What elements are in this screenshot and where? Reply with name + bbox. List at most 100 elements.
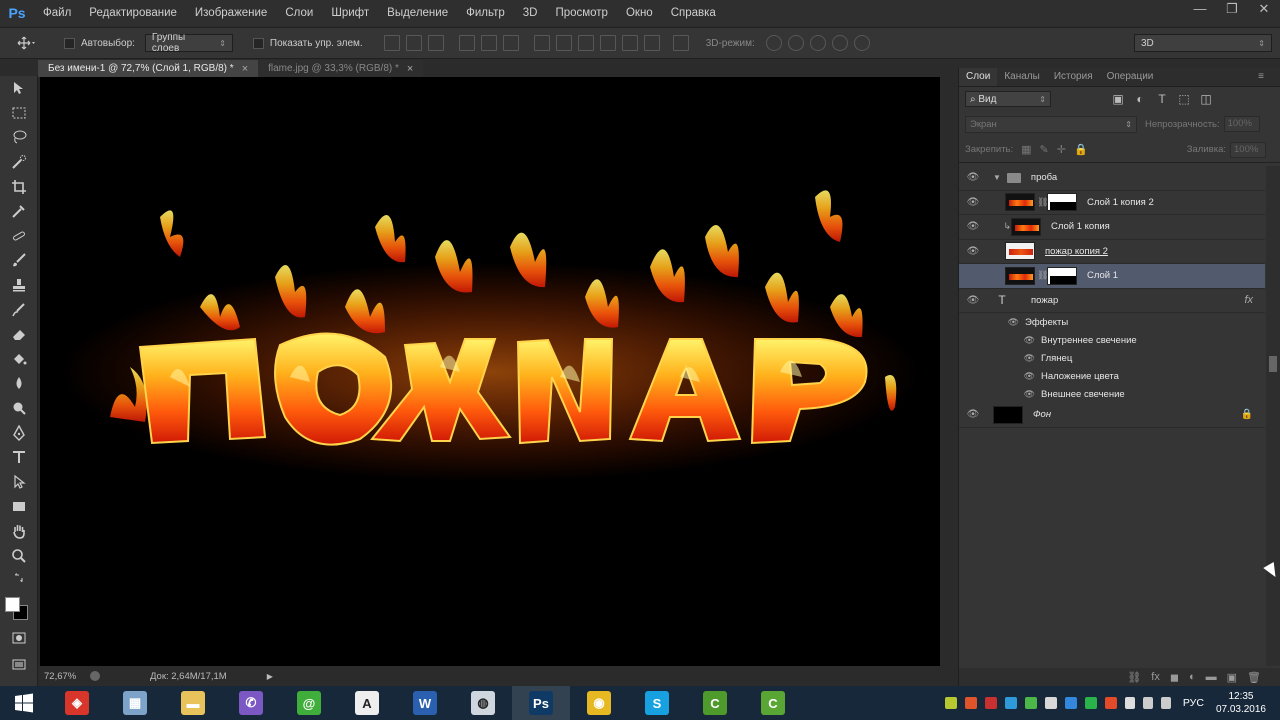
taskbar-app-chrome[interactable]: ◉ — [570, 686, 628, 720]
filter-pixel-icon[interactable]: ▣ — [1111, 92, 1125, 106]
start-button[interactable] — [0, 686, 48, 720]
visibility-eye-icon[interactable]: 👁 — [959, 246, 987, 257]
layer-row[interactable]: 👁 T пожар fx — [959, 289, 1265, 313]
tab-layers[interactable]: Слои — [959, 68, 998, 86]
tray-app-icon[interactable] — [1084, 697, 1097, 709]
align-left-icon[interactable] — [458, 35, 475, 51]
lock-position-icon[interactable]: ✛ — [1057, 143, 1066, 156]
distribute-left-icon[interactable] — [599, 35, 616, 51]
effect-row[interactable]: 👁 Наложение цвета — [959, 367, 1265, 385]
filter-smart-object-icon[interactable]: ◫ — [1199, 92, 1213, 106]
lock-all-icon[interactable]: 🔒 — [1074, 143, 1088, 156]
layer-row[interactable]: 👁 пожар копия 2 — [959, 240, 1265, 264]
move-tool-preset-icon[interactable] — [0, 28, 52, 58]
scale-3d-icon[interactable] — [853, 35, 870, 51]
foreground-color-swatch[interactable] — [5, 597, 20, 612]
visibility-eye-icon[interactable]: 👁 — [959, 172, 987, 183]
menu-file[interactable]: Файл — [34, 0, 80, 26]
menu-filter[interactable]: Фильтр — [457, 0, 514, 26]
taskbar-app-camtasia-recorder[interactable]: C — [744, 686, 802, 720]
move-tool-icon[interactable] — [0, 76, 38, 101]
link-icon[interactable]: ⛓ — [1037, 197, 1048, 208]
distribute-top-icon[interactable] — [533, 35, 550, 51]
visibility-eye-icon[interactable]: 👁 — [959, 371, 1035, 382]
taskbar-app-photoshop[interactable]: Ps — [512, 686, 570, 720]
effect-row[interactable]: 👁 Внешнее свечение — [959, 385, 1265, 403]
visibility-eye-icon[interactable]: 👁 — [959, 221, 987, 232]
rectangle-tool-icon[interactable] — [0, 494, 38, 519]
taskbar-app-word[interactable]: W — [396, 686, 454, 720]
layer-group-proba[interactable]: 👁 ▼ проба — [959, 166, 1265, 191]
canvas-vertical-scrollbar[interactable] — [940, 77, 956, 666]
menu-view[interactable]: Просмотр — [546, 0, 617, 26]
flag-icon[interactable] — [1124, 697, 1135, 709]
tray-app-icon[interactable] — [984, 697, 997, 709]
panel-scrollbar[interactable] — [1266, 166, 1280, 666]
screen-mode-icon[interactable] — [0, 652, 38, 677]
eyedropper-tool-icon[interactable] — [0, 199, 38, 224]
effect-row[interactable]: 👁 Глянец — [959, 349, 1265, 367]
dodge-tool-icon[interactable] — [0, 396, 38, 421]
layer-row-selected[interactable]: ⛓ Слой 1 — [959, 264, 1265, 289]
delete-layer-icon[interactable]: 🗑 — [1247, 671, 1261, 684]
document-canvas[interactable] — [40, 77, 940, 666]
lock-pixels-icon[interactable]: ✎ — [1040, 143, 1049, 156]
visibility-eye-icon[interactable]: 👁 — [959, 389, 1035, 400]
tray-app-icon[interactable] — [964, 697, 977, 709]
panel-menu-icon[interactable]: ≡ — [1258, 71, 1264, 82]
align-vcenter-icon[interactable] — [405, 35, 422, 51]
taskbar-app-fonts[interactable]: A — [338, 686, 396, 720]
hand-tool-icon[interactable] — [0, 519, 38, 544]
layer-row[interactable]: 👁 ↳ Слой 1 копия — [959, 215, 1265, 240]
autoselect-dropdown[interactable]: Группы слоев ⇕ — [144, 32, 233, 54]
quick-selection-tool-icon[interactable] — [0, 150, 38, 175]
crop-tool-icon[interactable] — [0, 174, 38, 199]
expand-arrow-icon[interactable]: ▼ — [993, 173, 1001, 182]
distribute-vcenter-icon[interactable] — [555, 35, 572, 51]
tray-app-icon[interactable] — [1024, 697, 1037, 709]
menu-3d[interactable]: 3D — [514, 0, 547, 26]
align-hcenter-icon[interactable] — [480, 35, 497, 51]
fx-icon[interactable]: fx — [1244, 294, 1253, 306]
clone-stamp-tool-icon[interactable] — [0, 273, 38, 298]
scrollbar-thumb[interactable] — [1269, 356, 1277, 372]
swap-colors-icon[interactable] — [0, 568, 38, 588]
menu-help[interactable]: Справка — [662, 0, 725, 26]
new-group-icon[interactable]: ▬ — [1206, 671, 1217, 683]
status-info-icon[interactable] — [90, 671, 100, 681]
taskbar-app-viber[interactable]: ✆ — [222, 686, 280, 720]
distribute-right-icon[interactable] — [643, 35, 660, 51]
distribute-hcenter-icon[interactable] — [621, 35, 638, 51]
layer-row[interactable]: 👁 ⛓ Слой 1 копия 2 — [959, 191, 1265, 215]
menu-layer[interactable]: Слои — [276, 0, 322, 26]
zoom-level[interactable]: 72,67% — [38, 671, 88, 682]
layer-row-background[interactable]: 👁 Фон 🔒 — [959, 403, 1265, 428]
taskbar-app-camtasia[interactable]: C — [686, 686, 744, 720]
tab-channels[interactable]: Каналы — [997, 68, 1047, 86]
opacity-input[interactable]: 100% — [1223, 116, 1260, 132]
align-bottom-icon[interactable] — [427, 35, 444, 51]
blur-tool-icon[interactable] — [0, 371, 38, 396]
taskbar-app-mail[interactable]: @ — [280, 686, 338, 720]
show-transform-checkbox[interactable] — [252, 37, 264, 49]
restore-button[interactable]: ❐ — [1216, 0, 1248, 20]
lock-transparency-icon[interactable]: ▦ — [1021, 143, 1031, 156]
close-icon[interactable]: × — [407, 61, 413, 77]
visibility-eye-icon[interactable]: 👁 — [959, 317, 1019, 328]
clock[interactable]: 12:35 07.03.2016 — [1216, 690, 1266, 716]
tab-document-1[interactable]: Без имени-1 @ 72,7% (Слой 1, RGB/8) * × — [38, 60, 259, 77]
fill-input[interactable]: 100% — [1230, 141, 1266, 158]
link-layers-icon[interactable]: ⛓ — [1127, 671, 1141, 684]
add-style-icon[interactable]: fx — [1151, 671, 1160, 683]
tray-app-icon[interactable] — [1004, 697, 1017, 709]
close-button[interactable]: ✕ — [1248, 0, 1280, 20]
tray-app-icon[interactable] — [1044, 697, 1057, 709]
brush-tool-icon[interactable] — [0, 248, 38, 273]
link-icon[interactable]: ⛓ — [1037, 270, 1048, 281]
workspace-dropdown[interactable]: 3D ⇕ — [1134, 34, 1272, 52]
taskbar-app-explorer[interactable]: ▬ — [164, 686, 222, 720]
zoom-tool-icon[interactable] — [0, 543, 38, 568]
effect-row[interactable]: 👁 Внутреннее свечение — [959, 331, 1265, 349]
filter-adjustment-icon[interactable]: ◐ — [1133, 92, 1147, 106]
blend-mode-dropdown[interactable]: Экран ⇕ — [965, 115, 1137, 133]
